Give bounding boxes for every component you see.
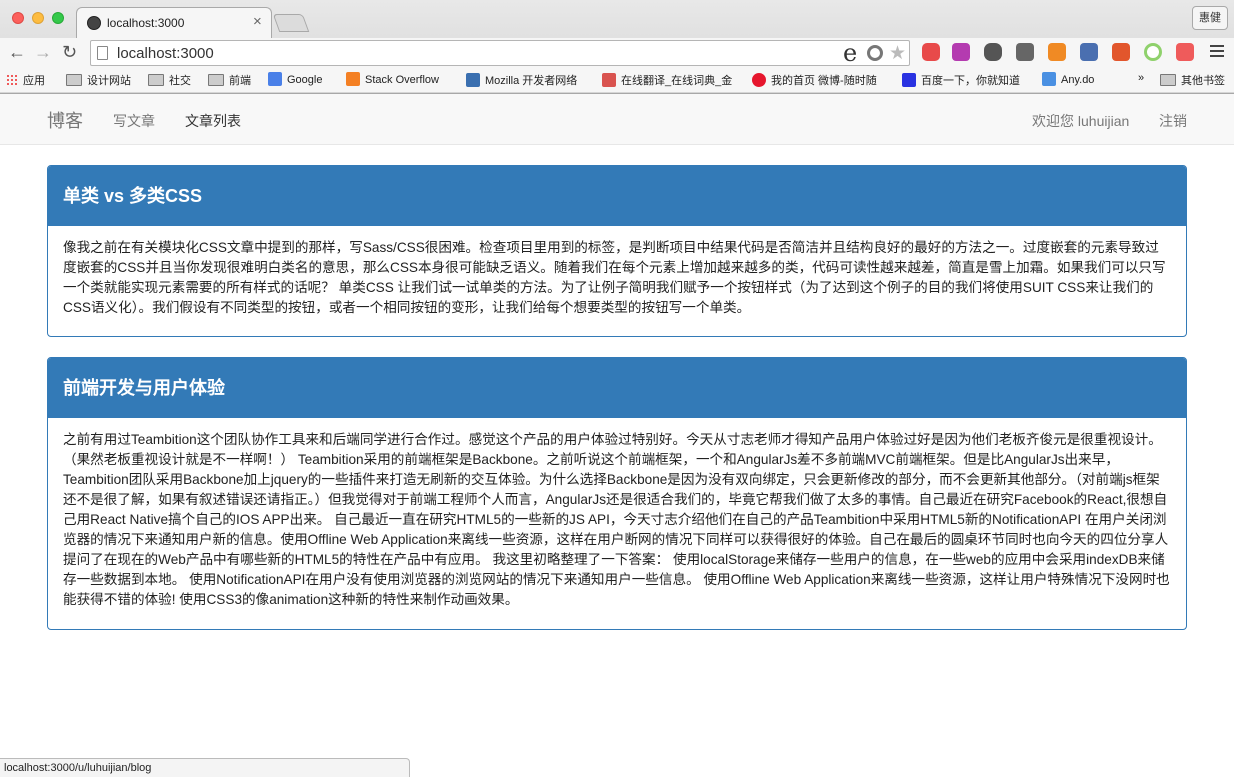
bookmark-google[interactable]: Google bbox=[268, 72, 322, 86]
bookmark-frontend[interactable]: 前端 bbox=[208, 72, 251, 88]
google-icon bbox=[268, 72, 282, 86]
bookmark-stackoverflow[interactable]: Stack Overflow bbox=[346, 72, 439, 86]
extension-hand-icon[interactable] bbox=[984, 43, 1002, 61]
bookmark-baidu[interactable]: 百度一下，你就知道 bbox=[902, 72, 1020, 88]
bookmark-anydo[interactable]: Any.do bbox=[1042, 72, 1094, 86]
title-bar: localhost:3000 × 惠健 bbox=[0, 0, 1234, 38]
mozilla-icon bbox=[466, 73, 480, 87]
folder-icon bbox=[208, 74, 224, 86]
article-title[interactable]: 单类 vs 多类CSS bbox=[63, 166, 1171, 226]
brand-link[interactable]: 博客 bbox=[47, 107, 83, 133]
stackoverflow-icon bbox=[346, 72, 360, 86]
article-body: 像我之前在有关模块化CSS文章中提到的那样，写Sass/CSS很困难。检查项目里… bbox=[63, 240, 1166, 315]
close-window-button[interactable] bbox=[12, 12, 24, 24]
folder-icon bbox=[66, 74, 82, 86]
favicon-icon bbox=[87, 16, 101, 30]
profile-button[interactable]: 惠健 bbox=[1192, 6, 1228, 30]
chrome-menu-icon[interactable] bbox=[1210, 45, 1224, 60]
extension-purple-icon[interactable] bbox=[952, 43, 970, 61]
site-navbar: 博客 写文章 文章列表 欢迎您 luhuijian 注销 bbox=[0, 94, 1234, 145]
logout-link[interactable]: 注销 bbox=[1159, 111, 1187, 131]
bookmark-star-icon[interactable]: ★ bbox=[889, 42, 906, 65]
browser-tab[interactable]: localhost:3000 × bbox=[76, 7, 272, 38]
apps-grid-icon bbox=[6, 74, 18, 86]
zoom-window-button[interactable] bbox=[52, 12, 64, 24]
tab-title: localhost:3000 bbox=[107, 16, 185, 30]
article-panel: 前端开发与用户体验 之前有用过Teambition这个团队协作工具来和后端同学进… bbox=[47, 357, 1187, 630]
article-title[interactable]: 前端开发与用户体验 bbox=[63, 358, 1171, 418]
extension-ring-icon[interactable] bbox=[1144, 43, 1162, 61]
nav-article-list[interactable]: 文章列表 bbox=[185, 111, 241, 131]
bookmarks-bar: 应用 设计网站 社交 前端 Google Stack Overflow Mozi… bbox=[0, 68, 1234, 92]
folder-icon bbox=[148, 74, 164, 86]
extension-circle-icon[interactable] bbox=[867, 45, 883, 61]
welcome-user-link[interactable]: 欢迎您 luhuijian bbox=[1032, 111, 1129, 131]
article-body: 之前有用过Teambition这个团队协作工具来和后端同学进行合作过。感觉这个产… bbox=[63, 432, 1170, 607]
minimize-window-button[interactable] bbox=[32, 12, 44, 24]
anydo-icon bbox=[1042, 72, 1056, 86]
extension-eyedropper-icon[interactable] bbox=[1080, 43, 1098, 61]
bookmark-social[interactable]: 社交 bbox=[148, 72, 191, 88]
bookmark-weibo[interactable]: 我的首页 微博-随时随 bbox=[752, 72, 882, 88]
browser-chrome: localhost:3000 × 惠健 ← → ↻ localhost:3000… bbox=[0, 0, 1234, 94]
bookmark-design-sites[interactable]: 设计网站 bbox=[66, 72, 131, 88]
extension-thumb-icon[interactable] bbox=[1176, 43, 1194, 61]
extension-link-icon[interactable] bbox=[1016, 43, 1034, 61]
forward-arrow-icon[interactable]: → bbox=[34, 42, 52, 62]
translate-icon bbox=[602, 73, 616, 87]
tab-close-icon[interactable]: × bbox=[253, 13, 262, 30]
reload-icon[interactable]: ↻ bbox=[62, 42, 77, 62]
baidu-icon bbox=[902, 73, 916, 87]
article-panel: 单类 vs 多类CSS 像我之前在有关模块化CSS文章中提到的那样，写Sass/… bbox=[47, 165, 1187, 337]
article-heading: 前端开发与用户体验 bbox=[48, 358, 1186, 418]
bookmark-apps[interactable]: 应用 bbox=[6, 72, 45, 88]
status-bar-url: localhost:3000/u/luhuijian/blog bbox=[0, 758, 410, 777]
address-bar[interactable]: localhost:3000 e ★ bbox=[90, 39, 910, 67]
page-icon bbox=[97, 46, 108, 60]
article-heading: 单类 vs 多类CSS bbox=[48, 166, 1186, 226]
new-tab-button[interactable] bbox=[272, 14, 310, 32]
bookmark-translate[interactable]: 在线翻译_在线词典_金 bbox=[602, 72, 732, 88]
weibo-icon bbox=[752, 73, 766, 87]
bookmark-other[interactable]: 其他书签 bbox=[1160, 72, 1225, 88]
address-text[interactable]: localhost:3000 bbox=[117, 45, 214, 62]
folder-icon bbox=[1160, 74, 1176, 86]
back-arrow-icon[interactable]: ← bbox=[8, 42, 26, 62]
extension-red-icon[interactable] bbox=[922, 43, 940, 61]
bookmarks-overflow-button[interactable]: » bbox=[1138, 72, 1144, 84]
nav-write-article[interactable]: 写文章 bbox=[113, 111, 155, 131]
browser-toolbar: ← → ↻ localhost:3000 e ★ bbox=[0, 38, 1234, 68]
ie-tab-icon[interactable]: e bbox=[843, 39, 857, 67]
bookmark-mdn[interactable]: Mozilla 开发者网络 bbox=[466, 72, 577, 88]
extension-orange-icon[interactable] bbox=[1048, 43, 1066, 61]
extension-code-icon[interactable] bbox=[1112, 43, 1130, 61]
